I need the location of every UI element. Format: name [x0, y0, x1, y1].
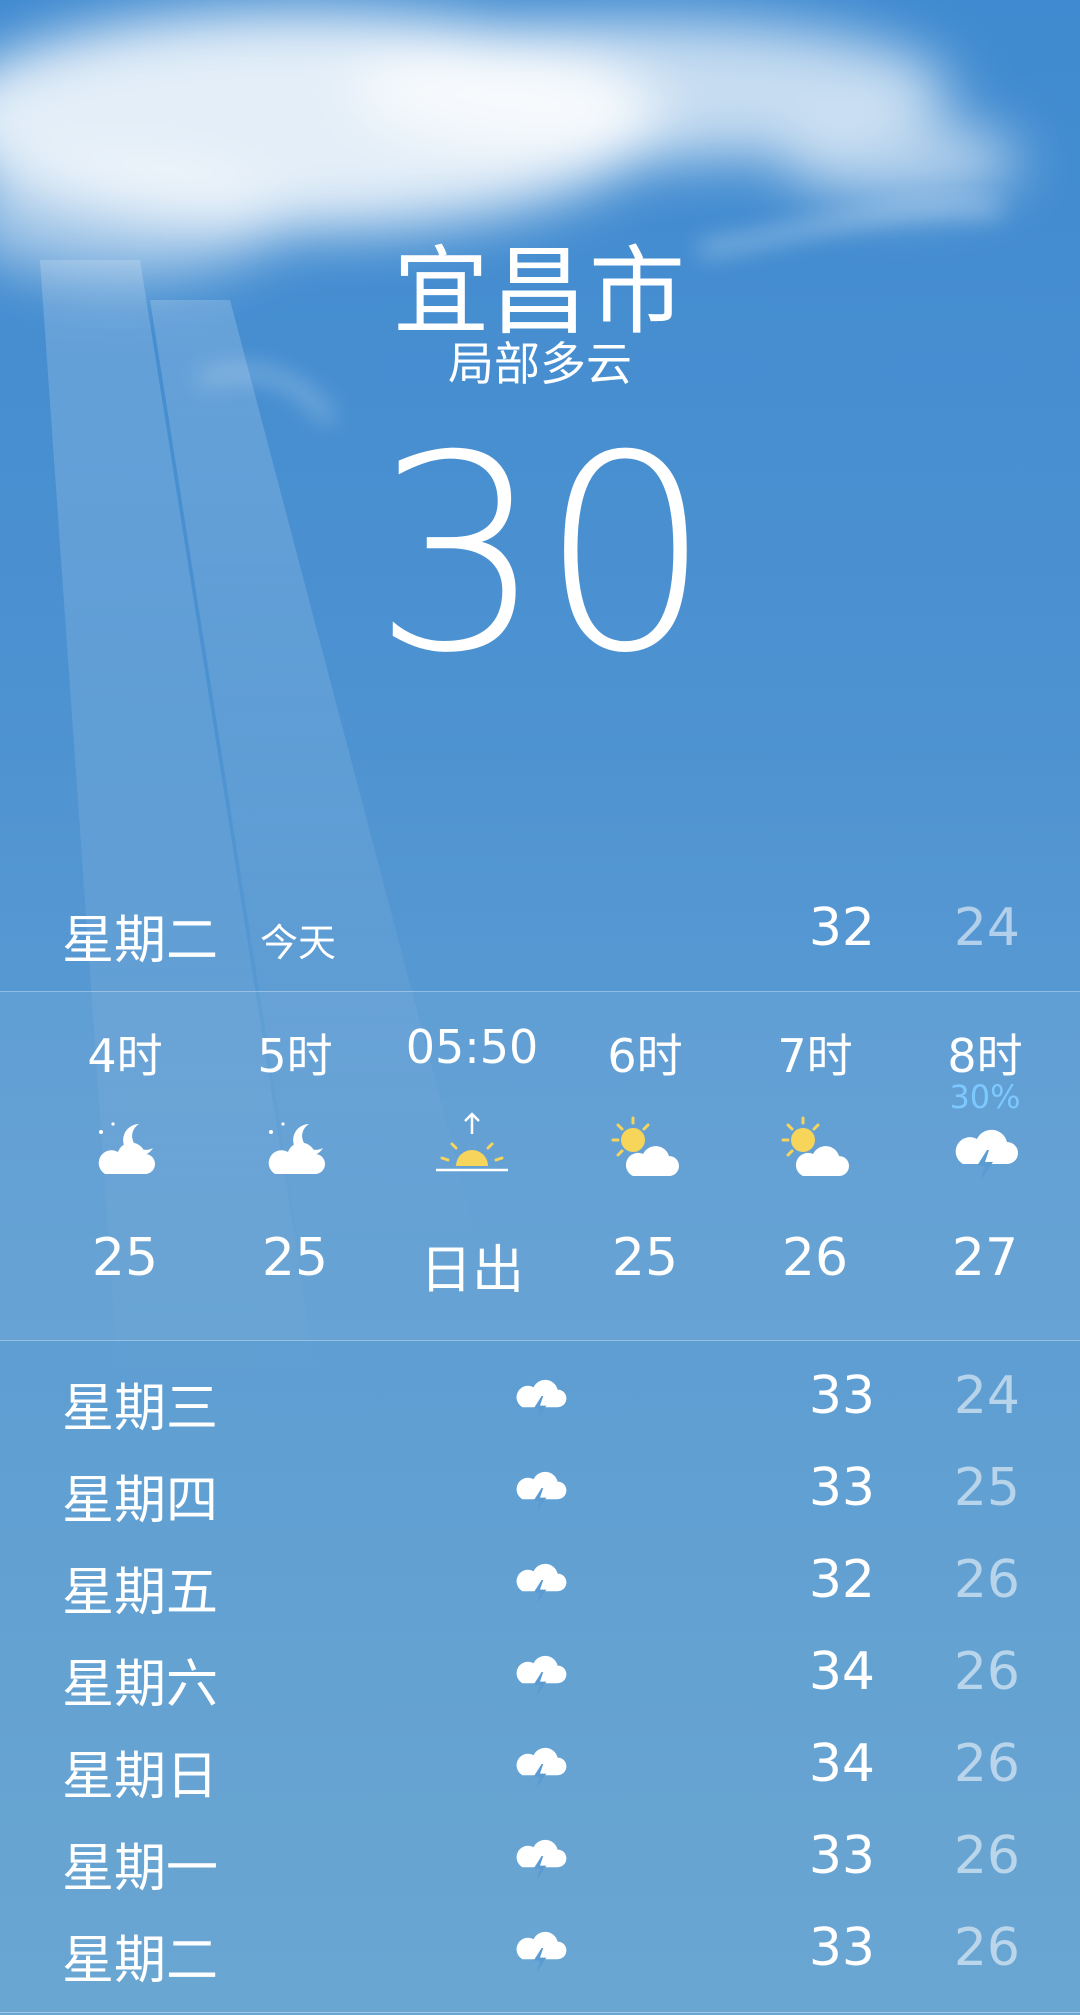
hour-label: 5时: [257, 1029, 333, 1083]
thunderstorm-icon: [516, 1747, 567, 1788]
daily-row: 星期五 32 26: [0, 1536, 1080, 1628]
hourly-item-sunrise: 05:50 日出: [387, 992, 557, 1340]
moon-cloud-icon: [268, 1122, 325, 1174]
hour-label: 4时: [87, 1029, 163, 1083]
current-conditions: 宜昌市 局部多云 30: [0, 0, 1080, 860]
hour-temp: 25: [611, 1228, 679, 1288]
thunderstorm-icon: [516, 1655, 567, 1696]
hour-label: 8时: [947, 1029, 1023, 1083]
day-label: 星期四: [62, 1471, 219, 1531]
daily-row: 星期三 33 24: [0, 1352, 1080, 1444]
day-high: 32: [808, 1550, 875, 1610]
moon-cloud-icon: [98, 1122, 155, 1174]
divider: [0, 2012, 1080, 2013]
daily-row: 星期日 34 26: [0, 1720, 1080, 1812]
divider: [0, 1340, 1080, 1341]
daily-row: 星期一 33 26: [0, 1812, 1080, 1904]
day-high: 33: [808, 1918, 875, 1978]
hour-label: 05:50: [405, 1020, 539, 1074]
thunderstorm-icon: [516, 1379, 567, 1420]
thunderstorm-icon: [516, 1839, 567, 1880]
day-low: 26: [953, 1734, 1020, 1794]
day-high: 34: [808, 1734, 875, 1794]
hour-label: 7时: [777, 1029, 853, 1083]
thunderstorm-icon: [516, 1471, 567, 1512]
day-low: 26: [953, 1642, 1020, 1702]
day-low: 26: [953, 1550, 1020, 1610]
day-high: 34: [808, 1642, 875, 1702]
hourly-item: 4时 25: [40, 992, 210, 1340]
day-label: 星期三: [62, 1379, 219, 1439]
hour-temp: 26: [781, 1228, 849, 1288]
today-day-label: 星期二: [62, 911, 219, 971]
hourly-item: 5时 25: [210, 992, 380, 1340]
daily-row: 星期二 33 26: [0, 1904, 1080, 1996]
day-high: 33: [808, 1826, 875, 1886]
daily-row: 星期四 33 25: [0, 1444, 1080, 1536]
today-high: 32: [808, 898, 875, 958]
day-label: 星期五: [62, 1563, 219, 1623]
sunrise-label: 日出: [419, 1241, 524, 1301]
sun-cloud-icon: [781, 1116, 849, 1176]
day-low: 24: [953, 1366, 1020, 1426]
day-label: 星期六: [62, 1655, 219, 1715]
current-temperature: 30: [372, 397, 712, 712]
sunrise-icon: [436, 1112, 508, 1172]
hourly-item: 6时 25: [560, 992, 730, 1340]
hour-temp: 25: [91, 1228, 159, 1288]
hourly-forecast-strip[interactable]: 4时 25 5时 25 05:50 日出 6时 25 7时 26 8时 30% …: [0, 992, 1080, 1340]
daily-forecast-list: 星期三 33 24 星期四 33 25 星期五 32 26 星期六 34 26: [0, 1352, 1080, 1996]
day-low: 26: [953, 1826, 1020, 1886]
hour-temp: 27: [951, 1228, 1019, 1288]
thunderstorm-icon: [516, 1563, 567, 1604]
day-low: 26: [953, 1918, 1020, 1978]
hour-temp: 25: [261, 1228, 329, 1288]
day-high: 33: [808, 1366, 875, 1426]
day-low: 25: [953, 1458, 1020, 1518]
day-label: 星期日: [62, 1747, 219, 1807]
sun-cloud-icon: [611, 1116, 679, 1176]
thunderstorm-icon: [955, 1129, 1018, 1180]
hourly-item: 7时 26: [730, 992, 900, 1340]
hourly-item: 8时 30% 27: [900, 992, 1070, 1340]
day-high: 33: [808, 1458, 875, 1518]
condition-text: 局部多云: [448, 337, 632, 391]
today-tag: 今天: [260, 921, 337, 965]
hour-label: 6时: [607, 1029, 683, 1083]
daily-row: 星期六 34 26: [0, 1628, 1080, 1720]
today-summary-row: 星期二 今天 32 24: [0, 880, 1080, 990]
day-label: 星期一: [62, 1839, 219, 1899]
today-low: 24: [953, 898, 1020, 958]
thunderstorm-icon: [516, 1931, 567, 1972]
day-label: 星期二: [62, 1931, 219, 1991]
